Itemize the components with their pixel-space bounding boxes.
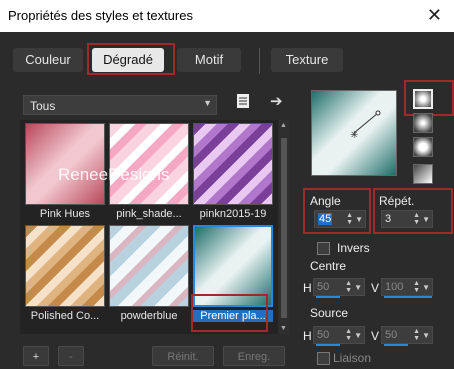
gradient-label: powderblue [120, 310, 178, 322]
style-radial-option[interactable] [413, 164, 433, 184]
source-label: Source [310, 306, 349, 320]
center-h-stepper[interactable]: 50 ▲ ▼ ▼ [313, 278, 365, 298]
watermark: ReneeDesigns [58, 165, 170, 184]
title-bar: Propriétés des styles et textures ✕ [0, 0, 454, 32]
invert-label: Invers [337, 241, 370, 255]
tab-couleur[interactable]: Couleur [13, 48, 83, 72]
category-select[interactable]: Tous ▼ [23, 95, 217, 115]
link-label: Liaison [333, 351, 372, 365]
list-item[interactable]: Polished Co... [25, 225, 105, 322]
highlight-box-tab [87, 43, 175, 75]
svg-text:✳: ✳ [350, 130, 358, 141]
category-value: Tous [30, 99, 56, 113]
link-checkbox[interactable] [317, 352, 330, 365]
updown-icon[interactable]: ▲ ▼ [345, 328, 352, 342]
updown-icon[interactable]: ▲ ▼ [413, 280, 420, 294]
source-v-stepper[interactable]: 50 ▲ ▼ ▼ [381, 326, 433, 346]
source-h-bar [316, 344, 340, 346]
chevron-down-icon[interactable]: ▼ [422, 283, 430, 292]
source-h-value: 50 [317, 329, 330, 341]
center-v-stepper[interactable]: 100 ▲ ▼ ▼ [381, 278, 433, 298]
reset-button[interactable]: Réinit. [152, 346, 214, 366]
highlight-box-style [404, 80, 454, 116]
gradient-label: pinkn2015-19 [199, 208, 267, 220]
chevron-down-icon[interactable]: ▼ [354, 283, 362, 292]
chevron-down-icon[interactable]: ▼ [354, 331, 362, 340]
chevron-down-icon[interactable]: ▼ [422, 331, 430, 340]
tab-texture[interactable]: Texture [271, 48, 343, 72]
highlight-box-repeat [373, 188, 453, 234]
gradient-thumbnail [109, 123, 189, 205]
gradient-thumbnail [25, 123, 105, 205]
tab-separator [259, 48, 260, 74]
center-h-label: H [303, 281, 312, 295]
gradient-label: pink_shade... [116, 208, 182, 220]
list-view-icon[interactable] [236, 93, 250, 112]
center-label: Centre [310, 259, 347, 273]
updown-icon[interactable]: ▲ ▼ [345, 280, 352, 294]
save-button[interactable]: Enreg. [223, 346, 285, 366]
gradient-preview[interactable]: ✳ [311, 90, 397, 176]
invert-checkbox[interactable] [317, 242, 330, 255]
tab-motif[interactable]: Motif [177, 48, 241, 72]
scroll-down-icon[interactable]: ▼ [280, 325, 287, 332]
style-rectangular-option[interactable] [413, 113, 433, 133]
center-h-bar [316, 296, 340, 298]
highlight-box-angle [303, 188, 371, 234]
updown-icon[interactable]: ▲ ▼ [413, 328, 420, 342]
list-item[interactable]: pinkn2015-19 [193, 123, 273, 220]
center-v-value: 100 [385, 281, 404, 293]
highlight-box-selected [191, 294, 268, 332]
source-h-stepper[interactable]: 50 ▲ ▼ ▼ [313, 326, 365, 346]
chevron-down-icon: ▼ [203, 98, 212, 108]
window-title: Propriétés des styles et textures [8, 8, 193, 23]
scrollbar-thumb[interactable] [281, 138, 287, 318]
center-v-bar [384, 296, 432, 298]
gradient-thumbnail [193, 123, 273, 205]
gradient-thumbnail [25, 225, 105, 307]
gradient-label: Polished Co... [30, 310, 100, 322]
source-v-value: 50 [385, 329, 398, 341]
center-v-label: V [371, 281, 380, 295]
arrow-right-icon[interactable]: ➔ [270, 92, 283, 110]
source-v-bar [384, 344, 408, 346]
list-item[interactable]: powderblue [109, 225, 189, 322]
add-button[interactable]: + [23, 346, 49, 366]
grid-scrollbar[interactable]: ▲ ▼ [279, 120, 289, 334]
close-icon[interactable]: ✕ [427, 5, 442, 26]
gradient-thumbnail [109, 225, 189, 307]
scroll-up-icon[interactable]: ▲ [280, 122, 287, 129]
remove-button[interactable]: - [58, 346, 84, 366]
style-sunburst-option[interactable] [413, 137, 433, 157]
gradient-label: Pink Hues [39, 208, 91, 220]
source-v-label: V [371, 329, 380, 343]
center-h-value: 50 [317, 281, 330, 293]
source-h-label: H [303, 329, 312, 343]
